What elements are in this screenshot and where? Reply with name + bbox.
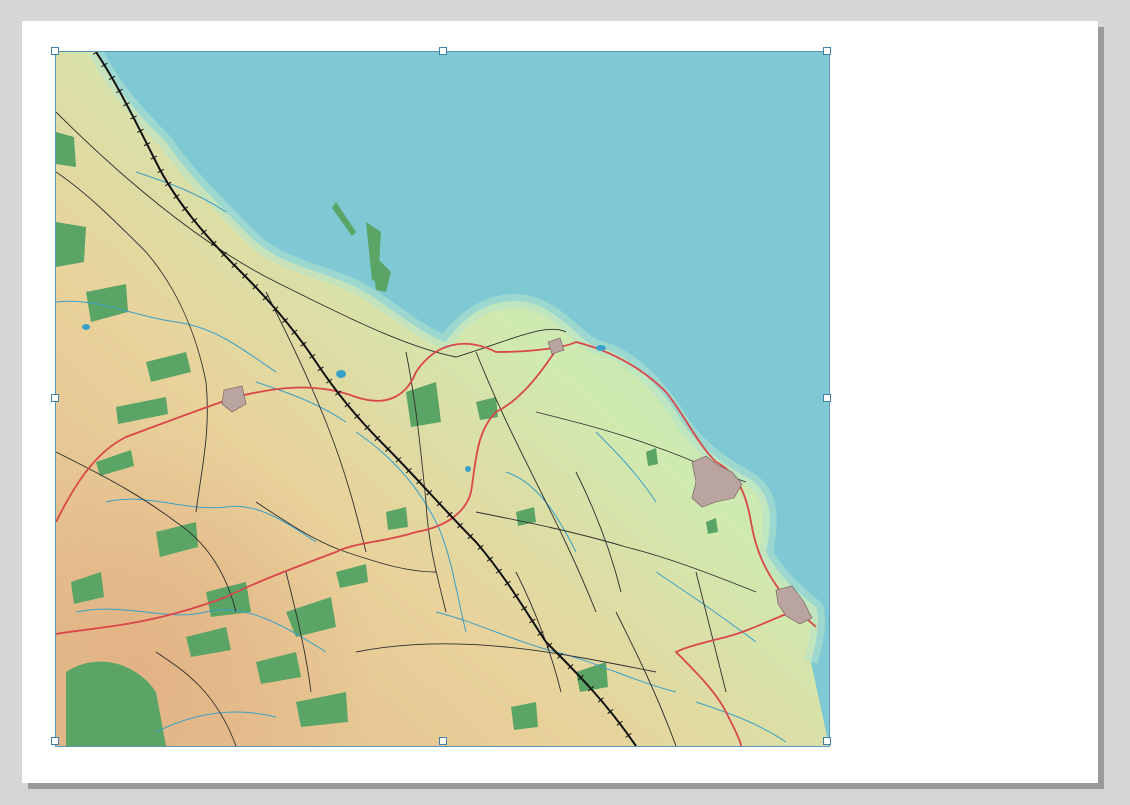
resize-handle-top-left[interactable] [51, 47, 59, 55]
resize-handle-top-right[interactable] [823, 47, 831, 55]
resize-handle-bottom-right[interactable] [823, 737, 831, 745]
map-item[interactable] [55, 51, 830, 747]
resize-handle-bottom-center[interactable] [439, 737, 447, 745]
resize-handle-top-center[interactable] [439, 47, 447, 55]
resize-handle-bottom-left[interactable] [51, 737, 59, 745]
map-canvas[interactable] [56, 52, 829, 746]
resize-handle-middle-right[interactable] [823, 394, 831, 402]
resize-handle-middle-left[interactable] [51, 394, 59, 402]
